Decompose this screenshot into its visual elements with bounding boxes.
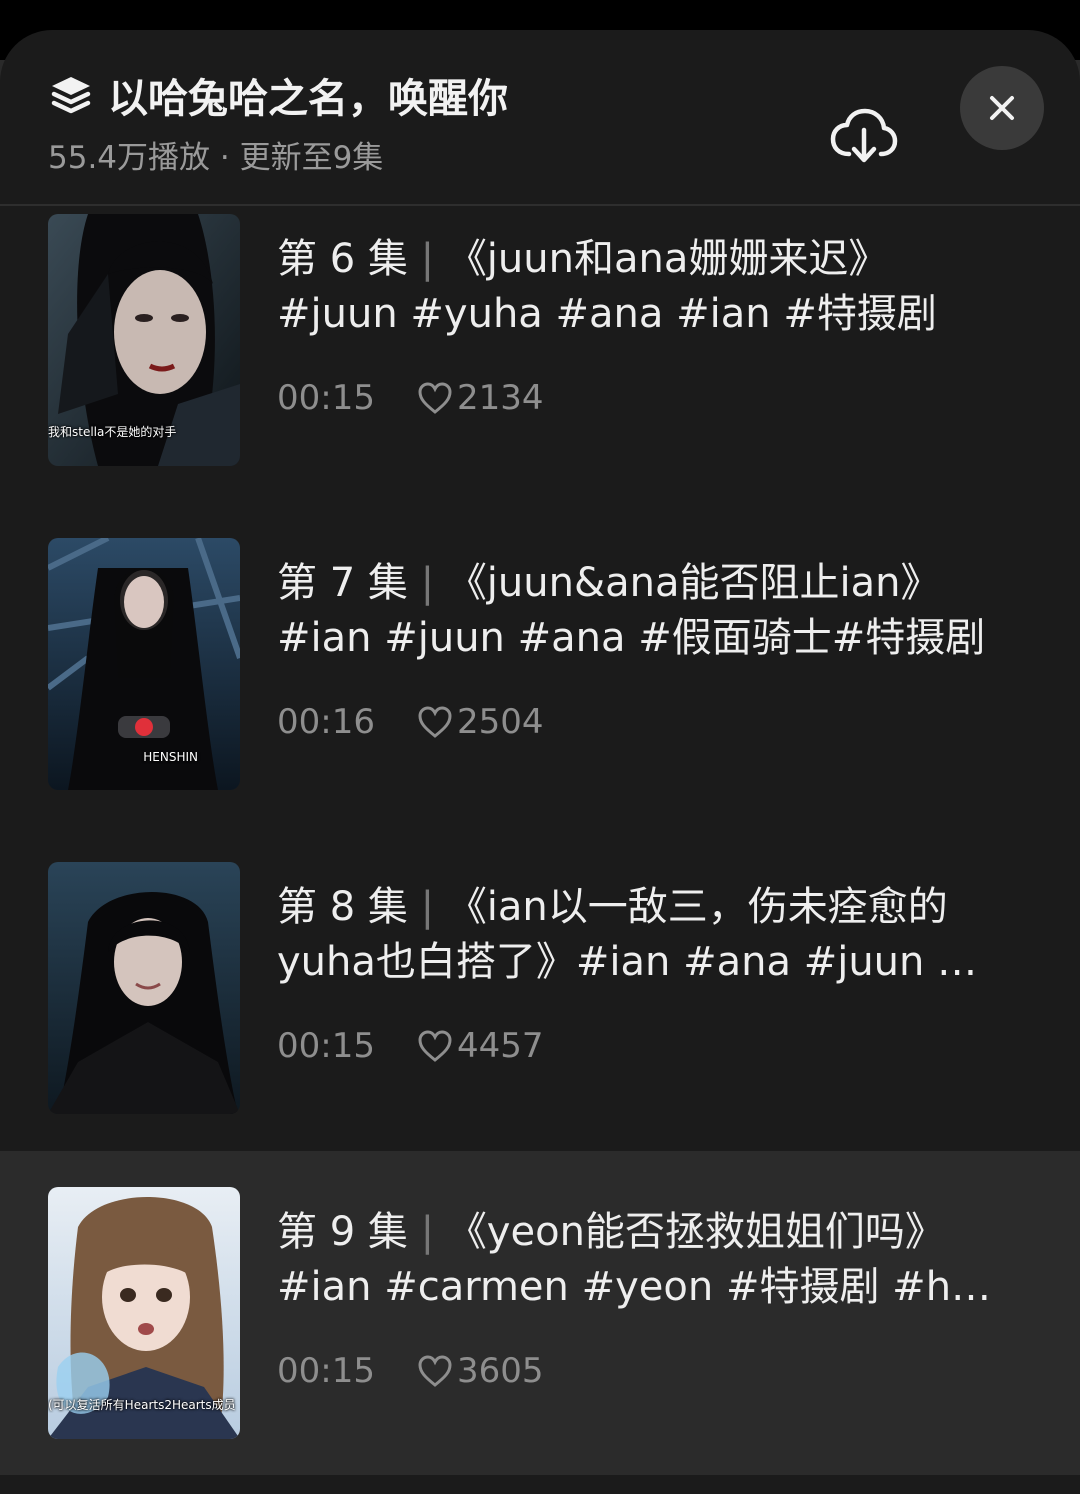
like-count-value: 3605: [456, 1351, 544, 1391]
thumbnail-caption: 我和stella不是她的对手: [48, 425, 177, 439]
like-count-value: 2134: [456, 378, 544, 418]
episode-title-line-1: 第 8 集 | 《ian以一敌三，伤未痊愈的: [277, 880, 1017, 935]
episode-name: 《yeon能否拯救姐姐们吗》: [446, 1209, 945, 1255]
thumbnail-caption: (可以复活所有Hearts2Hearts成员: [48, 1398, 236, 1412]
episode-meta: 00:15 4457: [277, 1026, 544, 1066]
like-count: 3605: [417, 1351, 544, 1391]
like-count-value: 2504: [456, 702, 544, 742]
heart-icon: [418, 1030, 452, 1062]
episode-thumbnail[interactable]: HENSHIN: [48, 538, 240, 790]
episode-duration: 00:15: [277, 1351, 375, 1391]
episode-duration: 00:15: [277, 378, 375, 418]
episode-row-6[interactable]: 我和stella不是她的对手 第 6 集 | 《juun和ana姗姗来迟》 #j…: [0, 178, 1080, 502]
episode-title: 第 9 集 | 《yeon能否拯救姐姐们吗》 #ian #carmen #yeo…: [277, 1205, 1017, 1315]
episode-thumbnail[interactable]: 我和stella不是她的对手: [48, 214, 240, 466]
episode-row-7[interactable]: HENSHIN 第 7 集 | 《juun&ana能否阻止ian》 #ian #…: [0, 502, 1080, 826]
episode-number: 第 9 集: [277, 1209, 408, 1255]
episode-duration: 00:16: [277, 702, 375, 742]
close-icon: [990, 96, 1014, 120]
title-separator: |: [420, 884, 435, 930]
download-button[interactable]: [826, 102, 902, 170]
episode-list-sheet: 以哈兔哈之名，唤醒你 55.4万播放 · 更新至9集 我和stella不是她的对…: [0, 30, 1080, 1494]
title-row: 以哈兔哈之名，唤醒你: [48, 66, 508, 124]
title-separator: |: [420, 560, 435, 606]
like-count: 2504: [417, 702, 544, 742]
episode-name: 《juun&ana能否阻止ian》: [446, 560, 941, 606]
episode-title: 第 8 集 | 《ian以一敌三，伤未痊愈的 yuha也白搭了》#ian #an…: [277, 880, 1017, 990]
episode-title-line-2: #juun #yuha #ana #ian #特摄剧: [277, 291, 937, 337]
episode-title-line-2: #ian #carmen #yeon #特摄剧 #h…: [277, 1264, 992, 1310]
episode-thumbnail[interactable]: [48, 862, 240, 1114]
episode-row-9[interactable]: (可以复活所有Hearts2Hearts成员 第 9 集 | 《yeon能否拯救…: [0, 1151, 1080, 1475]
like-count-value: 4457: [456, 1026, 544, 1066]
episode-row-8[interactable]: 第 8 集 | 《ian以一敌三，伤未痊愈的 yuha也白搭了》#ian #an…: [0, 826, 1080, 1150]
close-button[interactable]: [960, 66, 1044, 150]
episode-title-line-1: 第 7 集 | 《juun&ana能否阻止ian》: [277, 556, 1017, 611]
title-separator: |: [420, 236, 435, 282]
episode-title-line-2: #ian #juun #ana #假面骑士#特摄剧: [277, 615, 986, 661]
layers-icon: [51, 77, 91, 114]
heart-icon: [418, 1355, 452, 1387]
episode-title: 第 7 集 | 《juun&ana能否阻止ian》 #ian #juun #an…: [277, 556, 1017, 666]
cloud-download-icon: [830, 108, 898, 163]
like-count: 2134: [417, 378, 544, 418]
episode-thumbnail[interactable]: (可以复活所有Hearts2Hearts成员: [48, 1187, 240, 1439]
episode-number: 第 8 集: [277, 884, 408, 930]
episode-meta: 00:15 2134: [277, 378, 544, 418]
heart-icon: [418, 706, 452, 738]
episode-duration: 00:15: [277, 1026, 375, 1066]
episode-meta: 00:16 2504: [277, 702, 544, 742]
episode-meta: 00:15 3605: [277, 1351, 544, 1391]
title-separator: |: [420, 1209, 435, 1255]
episode-title-line-1: 第 9 集 | 《yeon能否拯救姐姐们吗》: [277, 1205, 1017, 1260]
episode-number: 第 6 集: [277, 236, 408, 282]
episode-number: 第 7 集: [277, 560, 408, 606]
episode-title-line-1: 第 6 集 | 《juun和ana姗姗来迟》: [277, 232, 1017, 287]
thumbnail-caption: HENSHIN: [143, 750, 198, 764]
episode-title: 第 6 集 | 《juun和ana姗姗来迟》 #juun #yuha #ana …: [277, 232, 1017, 342]
like-count: 4457: [417, 1026, 544, 1066]
episode-title-line-2: yuha也白搭了》#ian #ana #juun …: [277, 939, 978, 985]
collection-stats: 55.4万播放 · 更新至9集: [48, 140, 384, 176]
collection-title: 以哈兔哈之名，唤醒你: [108, 76, 508, 122]
episode-name: 《juun和ana姗姗来迟》: [446, 236, 889, 282]
episode-name: 《ian以一敌三，伤未痊愈的: [446, 884, 948, 930]
heart-icon: [418, 382, 452, 414]
